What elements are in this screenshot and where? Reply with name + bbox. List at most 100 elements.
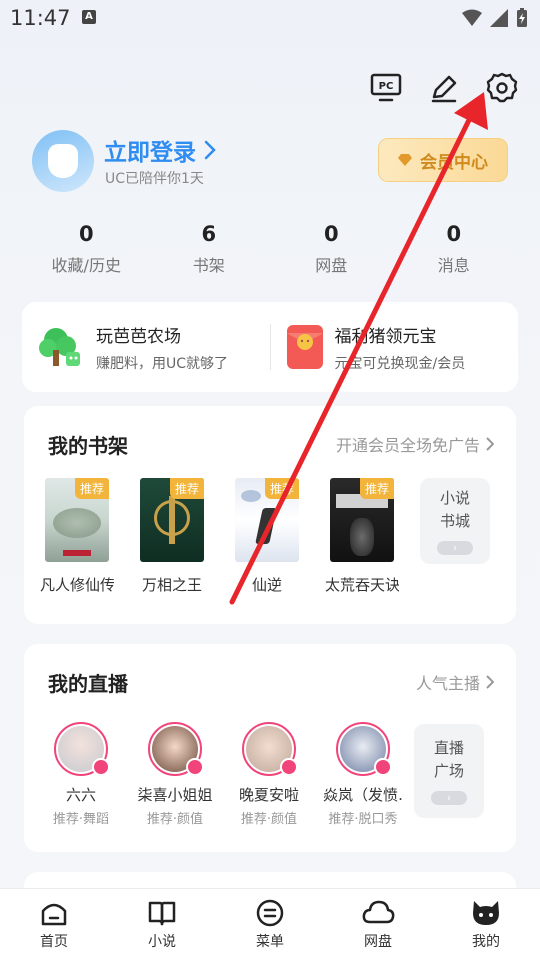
promo-subtitle: 元宝可兑换现金/会员 xyxy=(334,355,466,372)
edit-icon[interactable] xyxy=(426,70,462,106)
bookshelf-card: 我的书架 开通会员全场免广告 推荐 凡人修仙传 推荐 万相之王 推荐 仙逆 推荐… xyxy=(24,406,516,624)
streamer-item[interactable]: 焱岚（发愤… 推荐·脱口秀 xyxy=(323,722,403,827)
book-title: 仙逆 xyxy=(251,576,282,594)
bottom-nav: 首页 小说 菜单 网盘 我的 xyxy=(0,888,540,960)
battery-icon xyxy=(517,8,527,27)
stat-messages[interactable]: 0 消息 xyxy=(393,222,516,276)
stat-value: 6 xyxy=(201,222,217,246)
settings-icon[interactable] xyxy=(484,70,520,106)
streamer-category: 推荐·颜值 xyxy=(146,812,204,827)
chevron-right-icon xyxy=(486,675,494,689)
chevron-right-icon: › xyxy=(431,791,467,805)
login-label: 立即登录 xyxy=(104,140,196,166)
nav-label: 菜单 xyxy=(256,934,284,950)
signal-icon xyxy=(490,9,508,27)
promo-subtitle: 赚肥料，用UC就够了 xyxy=(96,355,229,372)
stat-value: 0 xyxy=(323,222,339,246)
popular-streamers-link[interactable]: 人气主播 xyxy=(416,670,494,694)
live-badge-icon xyxy=(186,758,204,776)
streamer-avatar xyxy=(242,722,298,776)
book-icon xyxy=(148,901,176,926)
book-title: 万相之王 xyxy=(141,576,202,594)
chevron-right-icon xyxy=(204,140,216,160)
live-plaza-line1: 直播 xyxy=(433,739,464,757)
tree-icon xyxy=(39,328,80,366)
status-time: 11:47 xyxy=(10,6,71,30)
status-right xyxy=(462,8,528,28)
promo-pig[interactable]: 福利猪领元宝 元宝可兑换现金/会员 xyxy=(271,322,519,373)
live-badge-icon xyxy=(280,758,298,776)
live-badge-icon xyxy=(92,758,110,776)
nav-cloud-drive[interactable]: 网盘 xyxy=(324,889,432,960)
nav-label: 小说 xyxy=(148,934,176,950)
chevron-right-icon: › xyxy=(437,541,473,555)
notification-icon: A xyxy=(82,10,96,24)
stat-bookshelf[interactable]: 6 书架 xyxy=(148,222,271,276)
bookshelf-title: 我的书架 xyxy=(48,434,128,458)
diamond-icon xyxy=(398,154,412,166)
avatar-placeholder-icon xyxy=(48,144,78,178)
live-title: 我的直播 xyxy=(48,672,128,696)
svg-text:PC: PC xyxy=(379,81,394,92)
bookshelf-vip-link[interactable]: 开通会员全场免广告 xyxy=(336,432,494,456)
nav-label: 首页 xyxy=(40,934,68,950)
vip-center-button[interactable]: 会员中心 xyxy=(378,138,508,182)
streamer-category: 推荐·脱口秀 xyxy=(328,812,398,827)
streamer-item[interactable]: 六六 推荐·舞蹈 xyxy=(48,722,114,827)
home-icon xyxy=(41,903,67,926)
book-cover: 推荐 xyxy=(140,478,204,562)
stat-label: 消息 xyxy=(437,256,470,275)
promo-farm[interactable]: 玩芭芭农场 赚肥料，用UC就够了 xyxy=(22,322,270,373)
streamer-avatar xyxy=(336,722,392,776)
book-cover: 推荐 xyxy=(330,478,394,562)
streamer-avatar xyxy=(54,722,110,776)
stat-cloud-drive[interactable]: 0 网盘 xyxy=(270,222,393,276)
live-plaza-line2: 广场 xyxy=(433,762,464,780)
novel-store-button[interactable]: 小说 书城 › xyxy=(420,478,490,564)
streamer-item[interactable]: 晚夏安啦 推荐·颜值 xyxy=(236,722,302,827)
streamer-name: 焱岚（发愤… xyxy=(323,786,403,804)
recommend-tag: 推荐 xyxy=(169,478,204,499)
nav-profile[interactable]: 我的 xyxy=(432,889,540,960)
book-title: 太荒吞天诀 xyxy=(325,576,399,594)
streamer-name: 晚夏安啦 xyxy=(238,786,299,804)
novel-store-line1: 小说 xyxy=(439,489,470,507)
stat-label: 网盘 xyxy=(315,256,348,275)
book-list: 推荐 凡人修仙传 推荐 万相之王 推荐 仙逆 推荐 太荒吞天诀 xyxy=(40,478,399,595)
book-title: 凡人修仙传 xyxy=(40,576,114,594)
chevron-right-icon xyxy=(486,437,494,451)
live-link-label: 人气主播 xyxy=(415,674,480,693)
vip-label: 会员中心 xyxy=(420,152,488,173)
book-item[interactable]: 推荐 万相之王 xyxy=(139,478,205,595)
stat-favorites[interactable]: 0 收藏/历史 xyxy=(25,222,148,276)
menu-icon xyxy=(256,899,284,927)
recommend-tag: 推荐 xyxy=(74,478,109,499)
bookshelf-link-label: 开通会员全场免广告 xyxy=(335,436,480,455)
red-envelope-icon xyxy=(286,325,323,369)
live-plaza-button[interactable]: 直播 广场 › xyxy=(414,724,484,818)
live-badge-icon xyxy=(374,758,392,776)
promo-title: 福利猪领元宝 xyxy=(334,326,437,347)
book-item[interactable]: 推荐 仙逆 xyxy=(234,478,300,595)
streamer-avatar xyxy=(148,722,204,776)
stat-label: 书架 xyxy=(192,256,225,275)
streamer-category: 推荐·颜值 xyxy=(240,812,298,827)
streamer-name: 六六 xyxy=(65,786,96,804)
book-cover: 推荐 xyxy=(45,478,109,562)
avatar[interactable] xyxy=(32,130,94,192)
nav-novel[interactable]: 小说 xyxy=(108,889,216,960)
streamer-name: 柒喜小姐姐 xyxy=(137,786,213,804)
nav-menu[interactable]: 菜单 xyxy=(216,889,324,960)
profile-icon xyxy=(473,901,499,925)
book-cover: 推荐 xyxy=(235,478,299,562)
pc-icon[interactable]: PC xyxy=(368,70,404,106)
stats-row: 0 收藏/历史 6 书架 0 网盘 0 消息 xyxy=(25,222,515,276)
wifi-icon xyxy=(462,9,482,26)
nav-home[interactable]: 首页 xyxy=(0,889,108,960)
streamer-item[interactable]: 柒喜小姐姐 推荐·颜值 xyxy=(137,722,213,827)
book-item[interactable]: 推荐 太荒吞天诀 xyxy=(325,478,399,595)
stat-value: 0 xyxy=(78,222,94,246)
book-item[interactable]: 推荐 凡人修仙传 xyxy=(40,478,114,595)
streamer-category: 推荐·舞蹈 xyxy=(52,812,110,827)
login-link[interactable]: 立即登录 xyxy=(104,133,216,167)
